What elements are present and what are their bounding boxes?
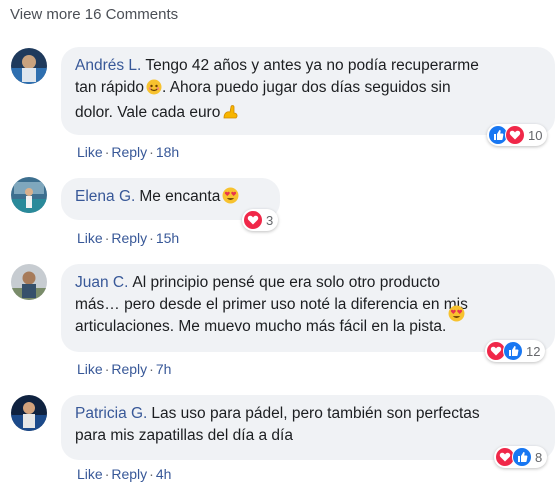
- like-button[interactable]: Like: [77, 144, 103, 160]
- comment-bubble: Patricia G. Las uso para pádel, pero tamb…: [61, 395, 555, 460]
- reply-button[interactable]: Reply: [111, 361, 147, 377]
- reaction-summary[interactable]: 10: [487, 124, 548, 146]
- reaction-summary[interactable]: 12: [485, 340, 546, 362]
- comment-author[interactable]: Elena G.: [75, 188, 135, 205]
- avatar-image: [11, 48, 47, 84]
- reply-button[interactable]: Reply: [111, 466, 147, 482]
- reaction-count: 3: [266, 212, 274, 228]
- reaction-count: 10: [528, 127, 543, 143]
- avatar[interactable]: [11, 395, 47, 431]
- comment-text-line: articulaciones. Me muevo mucho más fácil…: [75, 318, 447, 335]
- avatar-image: [11, 177, 47, 213]
- comment-actions: Like · Reply · 7h: [77, 361, 172, 377]
- comment-actions: Like · Reply · 18h: [77, 144, 180, 160]
- comment-text-line: Las uso para pádel, pero también son per…: [151, 405, 480, 422]
- avatar-image: [11, 395, 47, 431]
- avatar[interactable]: [11, 264, 47, 300]
- comment-bubble: Juan C. Al principio pensé que era solo o…: [61, 264, 555, 352]
- comment-author[interactable]: Andrés L.: [75, 57, 141, 74]
- comment-text-line: tan rápido: [75, 79, 144, 96]
- smiling-face-icon: [146, 79, 162, 102]
- reply-button[interactable]: Reply: [111, 144, 147, 160]
- comment-text-line: más… pero desde el primer uso noté la di…: [75, 296, 468, 313]
- love-icon: [505, 125, 525, 145]
- avatar[interactable]: [11, 48, 47, 84]
- like-icon: [503, 341, 523, 361]
- comment-text-line: . Ahora puedo jugar dos días seguidos si…: [161, 79, 451, 96]
- avatar[interactable]: [11, 177, 47, 213]
- love-icon: [243, 210, 263, 230]
- comment-text-line: dolor. Vale cada euro: [75, 104, 221, 121]
- like-icon: [512, 447, 532, 467]
- flexed-biceps-icon: [222, 104, 240, 127]
- reaction-summary[interactable]: 3: [242, 209, 279, 231]
- like-button[interactable]: Like: [77, 361, 103, 377]
- comment-text-line: Al principio pensé que era solo otro pro…: [132, 274, 441, 291]
- timestamp[interactable]: 15h: [156, 230, 179, 246]
- comment-author[interactable]: Patricia G.: [75, 405, 147, 422]
- reply-button[interactable]: Reply: [111, 230, 147, 246]
- like-button[interactable]: Like: [77, 466, 103, 482]
- comment-actions: Like · Reply · 4h: [77, 466, 172, 482]
- view-more-comments-link[interactable]: View more 16 Comments: [10, 6, 178, 23]
- reaction-summary[interactable]: 8: [494, 446, 548, 468]
- avatar-image: [11, 264, 47, 300]
- reaction-count: 8: [535, 449, 543, 465]
- timestamp[interactable]: 18h: [156, 144, 179, 160]
- comment-bubble: Andrés L. Tengo 42 años y antes ya no pod…: [61, 47, 555, 135]
- reaction-count: 12: [526, 343, 541, 359]
- comment-actions: Like · Reply · 15h: [77, 230, 180, 246]
- comment-text-line: para mis zapatillas del día a día: [75, 427, 293, 444]
- timestamp[interactable]: 4h: [156, 466, 172, 482]
- comment-author[interactable]: Juan C.: [75, 274, 128, 291]
- heart-eyes-icon: [448, 305, 465, 329]
- like-button[interactable]: Like: [77, 230, 103, 246]
- heart-eyes-icon: [222, 187, 239, 211]
- comment-text-line: Tengo 42 años y antes ya no podía recupe…: [145, 57, 479, 74]
- timestamp[interactable]: 7h: [156, 361, 172, 377]
- comment-text-line: Me encanta: [139, 188, 221, 205]
